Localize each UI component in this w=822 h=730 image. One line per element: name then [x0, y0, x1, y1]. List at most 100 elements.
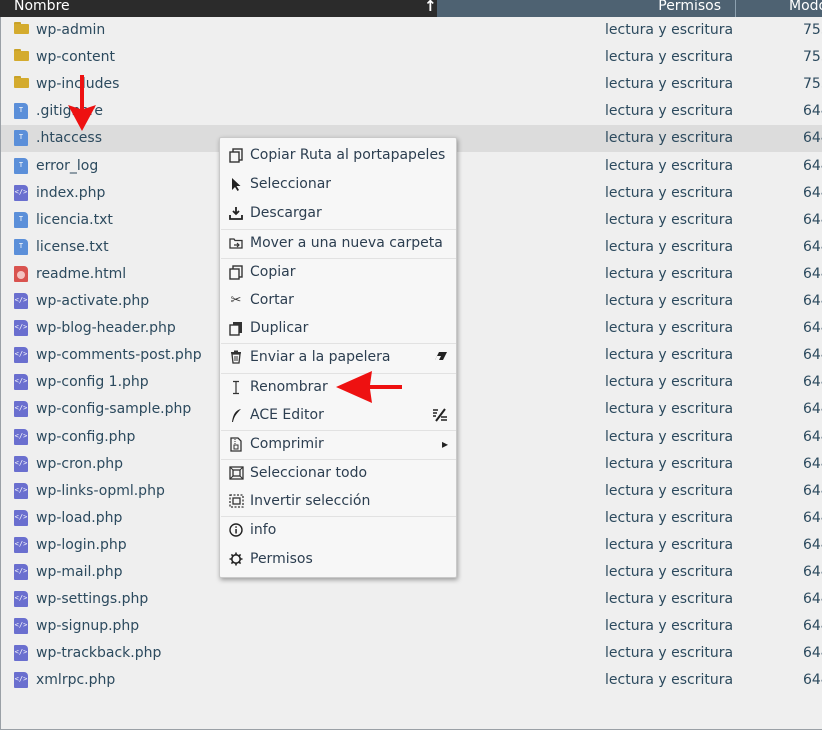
file-permissions: lectura y escritura [605, 238, 734, 255]
file-row[interactable]: </> xmlrpc.php lectura y escritura 644 [1, 667, 822, 694]
file-name[interactable]: wp-links-opml.php [36, 483, 165, 499]
file-name[interactable]: wp-content [36, 49, 115, 65]
menu-item-copy[interactable]: Copiar [220, 259, 456, 287]
file-name[interactable]: wp-config.php [36, 429, 135, 445]
file-glyph: T [18, 241, 24, 250]
php-file-icon: </> [14, 672, 28, 689]
file-permissions: lectura y escritura [605, 130, 734, 147]
info-icon [228, 523, 244, 539]
file-glyph: T [18, 106, 24, 115]
column-header-name[interactable]: Nombre [0, 0, 437, 17]
sort-icon[interactable]: ↑ [424, 0, 437, 14]
php-file-icon: </> [14, 401, 28, 418]
menu-item-copy-path[interactable]: Copiar Ruta al portapapeles [220, 142, 456, 170]
file-glyph: </> [14, 458, 28, 467]
file-name[interactable]: license.txt [36, 239, 109, 255]
file-glyph: </> [14, 675, 28, 684]
text-file-icon: T [14, 130, 28, 147]
archive-icon [228, 437, 244, 453]
file-permissions: lectura y escritura [605, 455, 734, 472]
menu-item-select-all[interactable]: Seleccionar todo [220, 460, 456, 488]
file-name[interactable]: wp-cron.php [36, 456, 123, 472]
submenu-arrow-icon: ▸ [441, 437, 448, 451]
php-file-icon: </> [14, 320, 28, 337]
file-name[interactable]: wp-settings.php [36, 591, 148, 607]
file-mode: 644 [803, 265, 822, 282]
file-name[interactable]: wp-trackback.php [36, 645, 161, 661]
file-row[interactable]: wp-content lectura y escritura 755 [1, 44, 822, 71]
menu-item-label: Invertir selección [250, 493, 371, 509]
file-glyph: </> [14, 323, 28, 332]
file-name[interactable]: wp-login.php [36, 537, 127, 553]
menu-item-label: Seleccionar [250, 176, 332, 192]
file-glyph: T [18, 214, 24, 223]
file-name[interactable]: licencia.txt [36, 212, 113, 228]
copy-icon [228, 265, 244, 281]
file-permissions: lectura y escritura [605, 22, 734, 38]
file-name[interactable]: wp-config 1.php [36, 374, 149, 390]
file-permissions: lectura y escritura [605, 591, 734, 608]
file-row[interactable]: wp-admin lectura y escritura 755 [1, 17, 822, 44]
file-name[interactable]: wp-activate.php [36, 293, 149, 309]
menu-item-label: Renombrar [250, 379, 328, 395]
file-name[interactable]: wp-admin [36, 22, 105, 38]
php-file-icon: </> [14, 347, 28, 364]
file-name[interactable]: wp-config-sample.php [36, 401, 191, 417]
menu-item-trash[interactable]: Enviar a la papelera [220, 344, 456, 372]
menu-item-select[interactable]: Seleccionar [220, 171, 456, 199]
menu-item-download[interactable]: Descargar [220, 200, 456, 228]
quill-icon [228, 408, 244, 424]
file-permissions: lectura y escritura [605, 509, 734, 526]
menu-item-compress[interactable]: Comprimir ▸ [220, 431, 456, 459]
file-mode: 644 [803, 645, 822, 662]
file-permissions: lectura y escritura [605, 618, 734, 635]
file-name[interactable]: xmlrpc.php [36, 672, 115, 688]
file-mode: 644 [803, 374, 822, 391]
file-permissions: lectura y escritura [605, 672, 734, 689]
file-name[interactable]: error_log [36, 158, 98, 174]
file-permissions: lectura y escritura [605, 564, 734, 580]
file-name[interactable]: wp-load.php [36, 510, 122, 526]
file-mode: 644 [803, 618, 822, 635]
file-name[interactable]: wp-signup.php [36, 618, 139, 634]
invert-selection-icon [228, 494, 244, 510]
move-folder-icon [228, 236, 244, 252]
select-all-icon [228, 466, 244, 482]
menu-item-label: Comprimir [250, 436, 324, 452]
column-header-mode[interactable]: Modo [737, 0, 822, 17]
file-glyph: </> [14, 431, 28, 440]
file-name[interactable]: wp-comments-post.php [36, 347, 202, 363]
file-glyph: </> [14, 350, 28, 359]
folder-icon [14, 49, 29, 65]
annotation-arrow-down-icon [68, 75, 96, 131]
file-mode: 644 [803, 428, 822, 445]
file-row[interactable]: wp-includeslectura y escritura755 [1, 71, 822, 98]
php-file-icon: </> [14, 536, 28, 553]
file-row[interactable]: T.gitignorelectura y escritura644 [1, 98, 822, 125]
file-name[interactable]: index.php [36, 185, 105, 201]
trash-icon [228, 350, 244, 366]
column-header-permissions[interactable]: Permisos [438, 0, 736, 17]
menu-item-ace-editor[interactable]: ACE Editor [220, 402, 456, 430]
file-glyph: </> [14, 648, 28, 657]
file-row[interactable]: </> wp-signup.php lectura y escritura 644 [1, 613, 822, 640]
file-mode: 644 [803, 509, 822, 526]
folder-icon [14, 76, 29, 92]
file-permissions: lectura y escritura [605, 374, 734, 391]
menu-item-invert-selection[interactable]: Invertir selección [220, 488, 456, 516]
file-permissions: lectura y escritura [605, 103, 734, 120]
php-file-icon: </> [14, 645, 28, 662]
menu-item-duplicate[interactable]: Duplicar [220, 315, 456, 343]
menu-item-move-to-folder[interactable]: Mover a una nueva carpeta [220, 230, 456, 258]
file-row[interactable]: </> wp-trackback.php lectura y escritura 64… [1, 640, 822, 667]
duplicate-icon [228, 321, 244, 337]
file-name[interactable]: wp-blog-header.php [36, 320, 176, 336]
file-row[interactable]: </> wp-settings.php lectura y escritura 644 [1, 586, 822, 613]
file-name[interactable]: readme.html [36, 266, 126, 282]
menu-item-info[interactable]: info [220, 517, 456, 545]
file-name[interactable]: wp-mail.php [36, 564, 122, 580]
menu-item-cut[interactable]: ✂ Cortar [220, 287, 456, 315]
file-name[interactable]: .htaccess [36, 130, 102, 146]
menu-item-permissions[interactable]: Permisos [220, 546, 456, 574]
file-glyph: </> [14, 187, 28, 196]
